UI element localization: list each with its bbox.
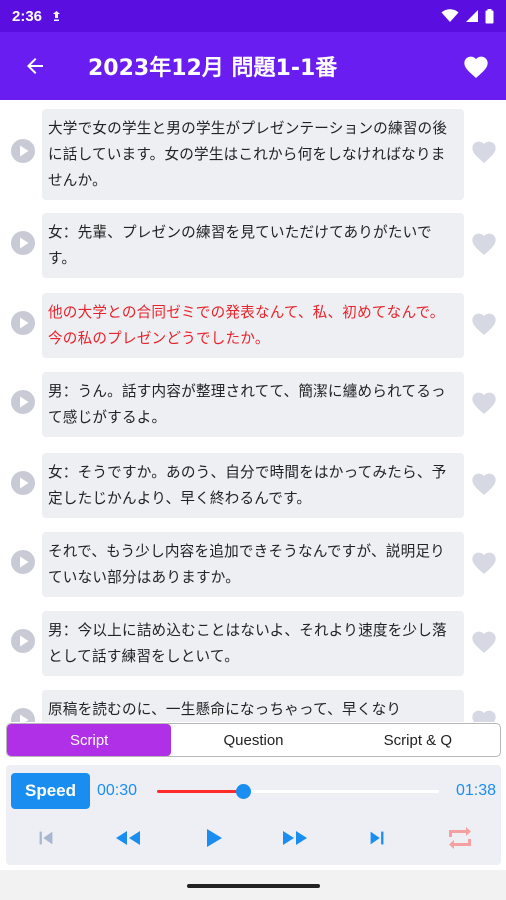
view-tabs: Script Question Script & Q — [6, 723, 501, 757]
row-favorite-button[interactable] — [470, 389, 498, 415]
heart-outline-icon — [472, 392, 496, 415]
heart-icon — [464, 56, 488, 79]
row-favorite-button[interactable] — [470, 549, 498, 575]
status-time: 2:36 — [12, 7, 43, 25]
heart-outline-icon — [472, 552, 496, 575]
current-time: 00:30 — [97, 782, 138, 799]
system-nav-bar — [0, 870, 506, 900]
tab-script-q[interactable]: Script & Q — [336, 724, 500, 756]
heart-outline-icon — [472, 313, 496, 336]
signal-icon — [466, 10, 478, 22]
row-favorite-button[interactable] — [470, 310, 498, 336]
script-line[interactable]: 女：先輩、プレゼンの練習を見ていただけてありがたいです。 — [42, 213, 464, 278]
skip-previous-icon — [39, 831, 53, 845]
rewind-icon — [116, 831, 140, 845]
app-screen: 2:36 2023年12月 問題1-1番 大学で女の学生と男の学生がプレゼンテー… — [0, 0, 506, 900]
battery-icon — [485, 8, 494, 23]
heart-outline-icon — [472, 141, 496, 164]
heart-outline-icon — [472, 233, 496, 256]
script-line[interactable]: 男：今以上に詰め込むことはないよ、それより速度を少し落として話す練習をしといて。 — [42, 611, 464, 676]
play-circle-icon — [11, 231, 35, 255]
heart-outline-icon — [472, 473, 496, 496]
heart-outline-icon — [472, 631, 496, 654]
arrow-left-icon — [27, 58, 43, 74]
wifi-icon — [441, 9, 459, 22]
play-icon — [207, 829, 222, 847]
status-icons — [441, 8, 494, 24]
script-line[interactable]: 他の大学との合同ゼミでの発表なんて、私、初めてなんで。今の私のプレゼンどうでした… — [42, 293, 464, 358]
play-circle-icon — [11, 139, 35, 163]
fast-forward-icon — [283, 831, 307, 845]
row-play-button[interactable] — [10, 230, 36, 256]
tab-script[interactable]: Script — [7, 724, 172, 756]
row-play-button[interactable] — [10, 549, 36, 575]
heart-outline-icon — [472, 710, 496, 722]
play-circle-icon — [11, 390, 35, 414]
script-line[interactable]: 大学で女の学生と男の学生がプレゼンテーションの練習の後に話しています。女の学生は… — [42, 109, 464, 200]
speed-button[interactable]: Speed — [11, 773, 90, 809]
row-favorite-button[interactable] — [470, 230, 498, 256]
play-button[interactable] — [198, 823, 228, 853]
play-circle-icon — [11, 311, 35, 335]
repeat-icon — [449, 827, 471, 849]
seek-bar-thumb[interactable] — [236, 784, 252, 799]
play-circle-icon — [11, 471, 35, 495]
page-title: 2023年12月 問題1-1番 — [88, 56, 338, 81]
script-line[interactable]: それで、もう少し内容を追加できそうなんですが、説明足りていない部分はありますか。 — [42, 532, 464, 597]
row-play-button[interactable] — [10, 628, 36, 654]
seek-bar[interactable] — [157, 784, 439, 799]
seek-bar-progress — [157, 790, 244, 793]
app-bar: 2023年12月 問題1-1番 — [0, 32, 506, 100]
row-play-button[interactable] — [10, 707, 36, 722]
script-line[interactable]: 原稿を読むのに、一生懸命になっちゃって、早くなり — [42, 690, 464, 722]
tab-question[interactable]: Question — [171, 724, 335, 756]
row-play-button[interactable] — [10, 389, 36, 415]
script-line[interactable]: 女：そうですか。あのう、自分で時間をはかってみたら、予定したじかんより、早く終わ… — [42, 453, 464, 518]
favorite-button[interactable] — [446, 32, 506, 100]
audio-player: Speed 00:30 01:38 — [6, 765, 501, 865]
skip-next-button[interactable] — [362, 823, 392, 853]
row-play-button[interactable] — [10, 310, 36, 336]
rewind-button[interactable] — [113, 823, 143, 853]
play-circle-icon — [11, 550, 35, 574]
row-favorite-button[interactable] — [470, 138, 498, 164]
skip-previous-button[interactable] — [31, 823, 61, 853]
back-button[interactable] — [0, 32, 70, 100]
play-circle-icon — [11, 629, 35, 653]
notification-icon — [53, 11, 61, 21]
total-time: 01:38 — [455, 782, 496, 799]
row-play-button[interactable] — [10, 470, 36, 496]
row-play-button[interactable] — [10, 138, 36, 164]
status-bar: 2:36 — [0, 0, 506, 32]
row-favorite-button[interactable] — [470, 707, 498, 722]
row-favorite-button[interactable] — [470, 470, 498, 496]
home-handle[interactable] — [187, 884, 320, 888]
script-list[interactable]: 大学で女の学生と男の学生がプレゼンテーションの練習の後に話しています。女の学生は… — [0, 100, 506, 722]
play-circle-icon — [11, 708, 35, 722]
script-line[interactable]: 男：うん。話す内容が整理されてて、簡潔に纏められてるって感じがするよ。 — [42, 372, 464, 437]
row-favorite-button[interactable] — [470, 628, 498, 654]
repeat-button[interactable] — [445, 823, 475, 853]
fast-forward-button[interactable] — [280, 823, 310, 853]
skip-next-icon — [370, 831, 384, 845]
